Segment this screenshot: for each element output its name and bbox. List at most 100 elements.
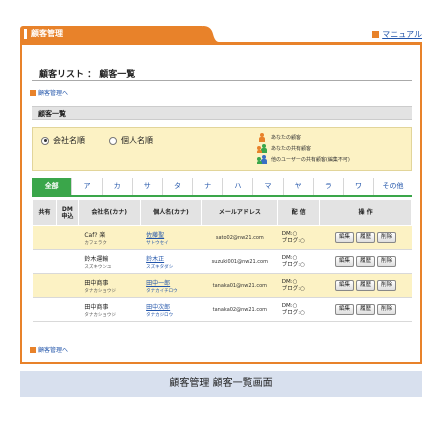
persons-shared-icon bbox=[257, 144, 267, 153]
top-bar: 顧客管理 マニュアル bbox=[20, 26, 422, 42]
table-row: 鈴木運輸 スズキウンユ 鈴木正 スズキタダシ suzuki001@nw21.com … bbox=[32, 249, 412, 274]
delete-button[interactable]: 削除 bbox=[377, 256, 397, 267]
sort-company-label: 会社名順 bbox=[53, 136, 85, 145]
delete-button[interactable]: 削除 bbox=[377, 280, 397, 291]
sort-radio-company[interactable]: 会社名順 bbox=[41, 135, 85, 146]
legend-shared-label: あなたの共有顧客 bbox=[271, 146, 312, 152]
dm-apply-cell bbox=[56, 249, 79, 274]
tab-ma[interactable]: マ bbox=[253, 178, 284, 195]
company-cell: Caf? 楽カフェラク bbox=[78, 225, 141, 250]
person-name-link[interactable]: 佐藤聖 bbox=[146, 232, 164, 239]
sort-options-box: 会社名順 個人名順 あなたの顧客 あなたの共有顧客 他のユーザーの共有顧客(編集… bbox=[32, 127, 412, 171]
blog-status: ブログ:○ bbox=[281, 285, 305, 292]
title-divider bbox=[32, 80, 412, 81]
share-cell bbox=[32, 273, 57, 298]
table-row: 田中商事 タナカショウジ 田中次郎 タナカジロウ tanaka02@nw21.com… bbox=[32, 297, 412, 322]
person-kana: タナカイチロウ bbox=[146, 288, 178, 294]
tab-ta[interactable]: タ bbox=[162, 178, 194, 195]
ops-cell: 編集 履歴 削除 bbox=[319, 297, 412, 322]
share-cell bbox=[32, 225, 57, 250]
tab-all[interactable]: 全部 bbox=[32, 178, 73, 195]
delivery-cell: DM:○ ブログ:○ bbox=[277, 273, 320, 298]
email-cell: suzuki001@nw21.com bbox=[201, 249, 278, 274]
screen-caption: 顧客管理 顧客一覧画面 bbox=[20, 371, 422, 397]
radio-unselected-icon bbox=[109, 136, 117, 145]
edit-button[interactable]: 編集 bbox=[335, 256, 355, 267]
dm-apply-cell bbox=[56, 297, 79, 322]
col-dm: DM 申込 bbox=[55, 199, 79, 226]
ops-cell: 編集 履歴 削除 bbox=[319, 249, 412, 274]
company-kana: カフェラク bbox=[84, 240, 107, 246]
back-arrow-icon bbox=[30, 346, 36, 353]
history-button[interactable]: 履歴 bbox=[356, 304, 376, 315]
legend-own: あなたの顧客 bbox=[257, 133, 301, 142]
app-title: 顧客管理 bbox=[31, 29, 63, 38]
col-ops: 操 作 bbox=[319, 199, 412, 226]
delivery-cell: DM:○ ブログ:○ bbox=[277, 297, 320, 322]
delete-button[interactable]: 削除 bbox=[377, 232, 397, 243]
edit-button[interactable]: 編集 bbox=[335, 304, 355, 315]
company-kana: タナカショウジ bbox=[84, 288, 116, 294]
edit-button[interactable]: 編集 bbox=[335, 280, 355, 291]
share-cell bbox=[32, 249, 57, 274]
dm-status: DM:○ bbox=[281, 230, 298, 237]
ops-cell: 編集 履歴 削除 bbox=[319, 273, 412, 298]
back-to-customer-bottom-link[interactable]: 顧客管理へ bbox=[30, 345, 68, 354]
main-panel: 顧客リスト ： 顧客一覧 顧客管理へ 顧客一覧 会社名順 個人名順 あなたの顧客 bbox=[20, 42, 422, 364]
person-name-link[interactable]: 鈴木正 bbox=[146, 256, 164, 263]
col-company: 会社名(カナ) bbox=[77, 199, 141, 226]
person-cell[interactable]: 田中一郎 タナカイチロウ bbox=[140, 273, 202, 298]
tab-na[interactable]: ナ bbox=[193, 178, 224, 195]
tab-ha[interactable]: ハ bbox=[223, 178, 254, 195]
email-cell: sato02@nw21.com bbox=[201, 225, 278, 250]
back-link-label: 顧客管理へ bbox=[38, 90, 69, 97]
col-dm-line2: 申込 bbox=[61, 212, 74, 220]
tab-wa[interactable]: ワ bbox=[343, 178, 375, 195]
tab-ra[interactable]: ラ bbox=[313, 178, 344, 195]
edit-button[interactable]: 編集 bbox=[335, 232, 355, 243]
col-email: メールアドレス bbox=[201, 199, 279, 226]
back-arrow-icon bbox=[30, 89, 36, 96]
person-kana: スズキタダシ bbox=[146, 264, 174, 270]
history-button[interactable]: 履歴 bbox=[356, 256, 376, 267]
legend-own-label: あなたの顧客 bbox=[271, 135, 302, 141]
tab-ya[interactable]: ヤ bbox=[283, 178, 314, 195]
person-cell[interactable]: 鈴木正 スズキタダシ bbox=[140, 249, 202, 274]
share-cell bbox=[32, 297, 57, 322]
customer-table: 共有 DM 申込 会社名(カナ) 個人名(カナ) メールアドレス 配 信 操 作 … bbox=[32, 199, 412, 322]
col-dm-line1: DM bbox=[61, 205, 73, 213]
tab-a[interactable]: ア bbox=[72, 178, 103, 195]
tab-ka[interactable]: カ bbox=[102, 178, 133, 195]
legend-other: 他のユーザーの共有顧客(編集不可) bbox=[257, 155, 350, 164]
manual-link[interactable]: マニュアル bbox=[372, 29, 422, 40]
back-to-customer-top-link[interactable]: 顧客管理へ bbox=[30, 88, 68, 97]
ops-cell: 編集 履歴 削除 bbox=[319, 225, 412, 250]
person-cell[interactable]: 田中次郎 タナカジロウ bbox=[140, 297, 202, 322]
company-cell: 田中商事 タナカショウジ bbox=[78, 297, 141, 322]
header-mark bbox=[24, 29, 27, 39]
kana-index-tabs: 全部 ア カ サ タ ナ ハ マ ヤ ラ ワ その他 bbox=[32, 178, 413, 197]
col-person: 個人名(カナ) bbox=[139, 199, 203, 226]
back-link-label: 顧客管理へ bbox=[38, 347, 69, 354]
person-name-link[interactable]: 田中一郎 bbox=[146, 280, 170, 287]
person-name-link[interactable]: 田中次郎 bbox=[146, 304, 170, 311]
radio-selected-icon bbox=[41, 136, 49, 145]
history-button[interactable]: 履歴 bbox=[356, 232, 376, 243]
company-name: Caf? 楽 bbox=[84, 231, 106, 239]
delivery-cell: DM:○ ブログ:○ bbox=[277, 225, 320, 250]
sort-radio-person[interactable]: 個人名順 bbox=[109, 135, 153, 146]
tab-sa[interactable]: サ bbox=[132, 178, 163, 195]
tab-other[interactable]: その他 bbox=[374, 178, 413, 195]
company-name: 田中商事 bbox=[84, 279, 109, 287]
dm-apply-cell bbox=[56, 225, 79, 250]
section-header: 顧客一覧 bbox=[32, 106, 412, 120]
company-cell: 田中商事 タナカショウジ bbox=[78, 273, 141, 298]
header-tab: 顧客管理 bbox=[20, 26, 205, 42]
col-share: 共有 bbox=[32, 199, 57, 226]
delivery-cell: DM:○ ブログ:○ bbox=[277, 249, 320, 274]
person-cell[interactable]: 佐藤聖 サトウセイ bbox=[140, 225, 202, 250]
delete-button[interactable]: 削除 bbox=[377, 304, 397, 315]
history-button[interactable]: 履歴 bbox=[356, 280, 376, 291]
persons-other-icon bbox=[257, 155, 267, 164]
legend-other-label: 他のユーザーの共有顧客(編集不可) bbox=[271, 157, 350, 163]
